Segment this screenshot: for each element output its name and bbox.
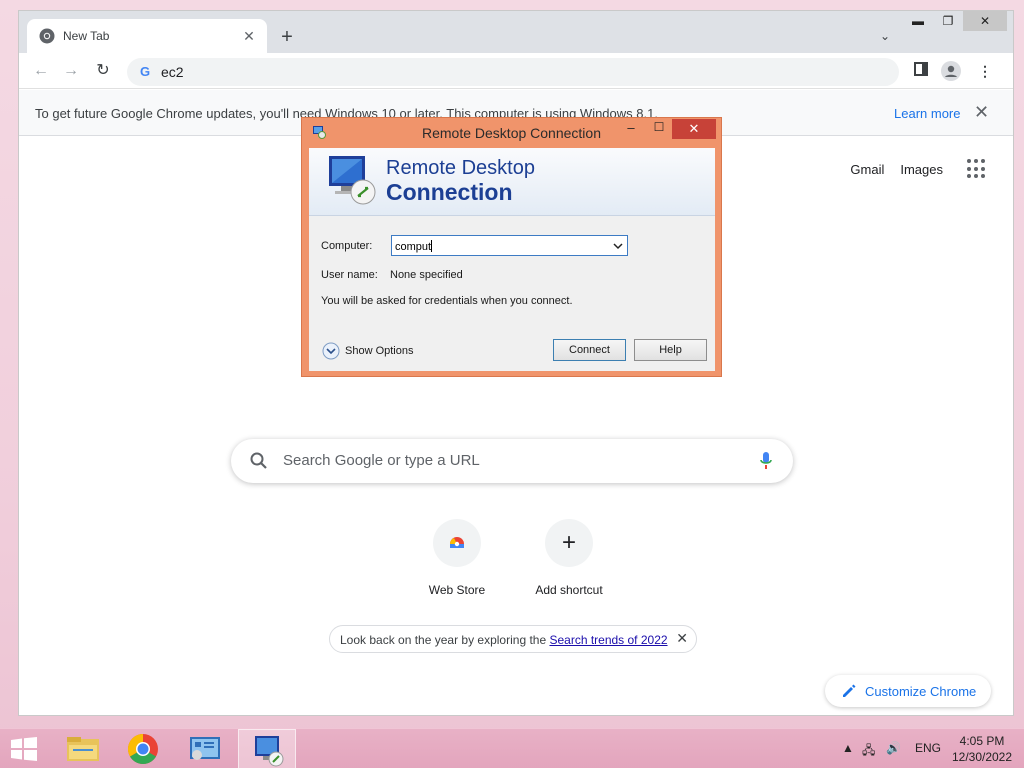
username-value: None specified [390,269,463,281]
learn-more-link[interactable]: Learn more [894,106,960,121]
web-store-icon [433,519,481,567]
username-label: User name: [321,269,378,281]
computer-value: comput [395,241,432,253]
new-tab-button[interactable]: + [275,25,299,49]
chrome-window-controls: ▬ ❐ ✕ [903,11,1007,31]
clock-time: 4:05 PM [959,734,1005,748]
google-apps-icon[interactable] [967,159,987,179]
shortcut-add[interactable]: + Add shortcut [524,519,614,597]
gmail-link[interactable]: Gmail [850,162,884,177]
rdp-titlebar[interactable]: Remote Desktop Connection – ☐ ✕ [302,118,721,146]
trends-link[interactable]: Search trends of 2022 [549,633,667,647]
ntp-top-links: Gmail Images [834,159,987,179]
tab-close-icon[interactable]: ✕ [239,26,259,46]
show-options-toggle[interactable]: Show Options [322,342,422,360]
search-icon [250,452,267,469]
rdp-banner-line1: Remote Desktop [386,157,535,179]
taskbar-control-panel[interactable] [176,729,234,768]
images-link[interactable]: Images [900,162,943,177]
google-search-box[interactable]: Search Google or type a URL [231,439,793,483]
show-options-label: Show Options [345,345,414,357]
trends-prefix: Look back on the year by exploring the [340,633,550,647]
language-indicator[interactable]: ENG [915,741,941,755]
infobar-close-icon[interactable]: ✕ [974,102,989,123]
rdp-banner-line2: Connection [386,179,513,205]
profile-avatar-icon[interactable] [941,61,961,81]
close-window-button[interactable]: ✕ [963,11,1007,31]
credentials-note: You will be asked for credentials when y… [321,295,573,307]
browser-toolbar: ← → ↻ G ec2 ⋮ [19,53,1013,89]
reload-icon[interactable]: ↻ [93,61,113,81]
tab-strip: New Tab ✕ + ⌄ ▬ ❐ ✕ [19,11,1013,53]
taskbar-clock[interactable]: 4:05 PM 12/30/2022 [948,733,1016,765]
computer-label: Computer: [321,240,373,252]
volume-icon[interactable]: 🔊 [886,741,901,755]
shortcut-label: Add shortcut [535,583,603,597]
pencil-icon [843,684,856,697]
tab-title: New Tab [63,29,110,43]
search-placeholder: Search Google or type a URL [283,452,480,469]
rdp-client-area: Remote Desktop Connection Computer: comp… [309,148,715,371]
kebab-menu-icon[interactable]: ⋮ [975,61,995,81]
back-arrow-icon[interactable]: ← [31,61,51,81]
connect-button[interactable]: Connect [553,339,626,361]
remote-desktop-icon [255,736,284,767]
chrome-favicon-icon [39,28,55,44]
side-panel-icon[interactable] [911,61,931,81]
text-caret [431,240,433,252]
microphone-icon[interactable] [759,451,773,471]
rdp-maximize-button[interactable]: ☐ [648,120,670,140]
customize-label: Customize Chrome [865,684,977,699]
windows-taskbar: ▲ 🖧 🔊 ENG 4:05 PM 12/30/2022 [0,728,1024,768]
folder-icon [67,737,99,761]
network-icon[interactable]: 🖧 [862,741,875,762]
plus-icon: + [545,519,593,567]
control-panel-icon [190,737,220,760]
address-text: ec2 [161,64,184,80]
shortcut-web-store[interactable]: Web Store [412,519,502,597]
shortcut-label: Web Store [428,583,486,597]
maximize-button[interactable]: ❐ [933,11,963,31]
chevron-down-icon[interactable] [613,241,623,251]
trends-close-icon[interactable]: ✕ [676,630,688,647]
taskbar-file-explorer[interactable] [54,729,112,768]
computer-combobox[interactable]: comput [391,235,628,256]
rdp-dialog: Remote Desktop Connection – ☐ ✕ Remote D… [301,117,722,377]
taskbar-chrome[interactable] [114,729,172,768]
customize-chrome-button[interactable]: Customize Chrome [825,675,991,707]
clock-date: 12/30/2022 [951,750,1013,764]
remote-desktop-monitor-icon [329,156,376,205]
address-bar[interactable]: G ec2 [127,58,899,86]
forward-arrow-icon[interactable]: → [61,61,81,81]
tab-search-chevron-icon[interactable]: ⌄ [875,26,895,46]
rdp-close-button[interactable]: ✕ [672,119,716,139]
rdp-minimize-button[interactable]: – [620,120,642,140]
computer-input[interactable]: comput [395,240,433,253]
tab-new-tab[interactable]: New Tab ✕ [27,19,267,53]
trends-promo: Look back on the year by exploring the S… [329,625,697,653]
help-button[interactable]: Help [634,339,707,361]
rdp-banner: Remote Desktop Connection [309,148,715,216]
taskbar-remote-desktop[interactable] [238,729,296,768]
chrome-icon [127,734,158,765]
show-hidden-icons-icon[interactable]: ▲ [842,741,854,755]
windows-start-icon[interactable] [10,737,38,761]
expand-circle-icon [322,342,340,360]
trends-text: Look back on the year by exploring the S… [340,633,668,647]
google-g-icon: G [139,64,151,79]
minimize-button[interactable]: ▬ [903,11,933,31]
